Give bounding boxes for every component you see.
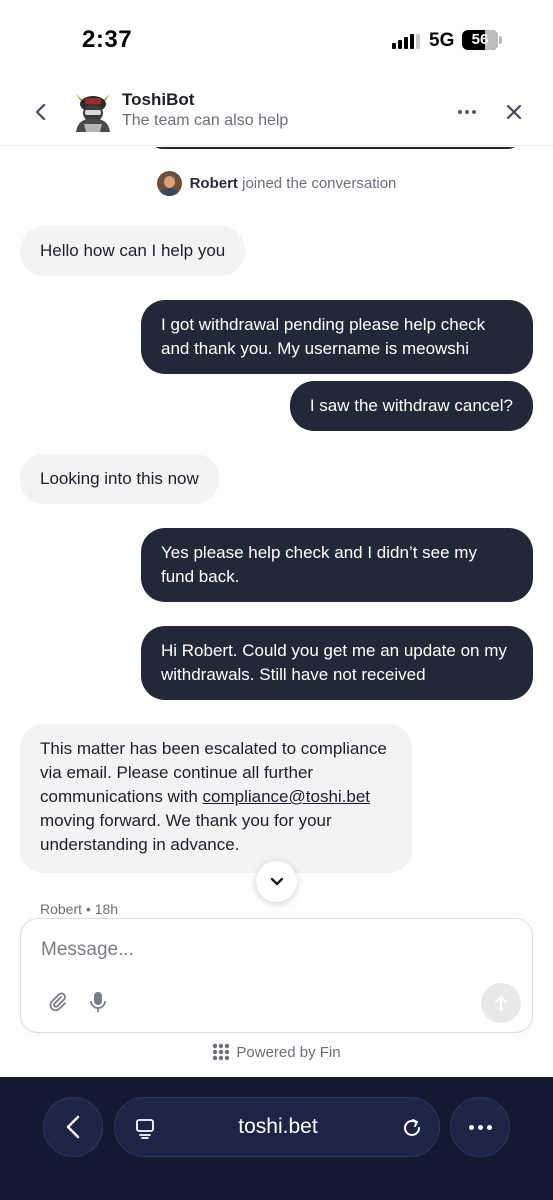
powered-by-text: Powered by Fin — [236, 1043, 341, 1061]
battery-level: 56 — [471, 31, 489, 48]
paperclip-icon — [49, 992, 66, 1012]
powered-by: Powered by Fin — [0, 1043, 553, 1061]
close-icon — [506, 104, 522, 120]
user-message: I saw the withdraw cancel? — [289, 381, 533, 431]
voice-input-button[interactable] — [85, 989, 111, 1015]
scroll-to-bottom-button[interactable] — [256, 861, 297, 902]
fin-logo-icon — [213, 1043, 230, 1061]
address-bar[interactable]: toshi.bet — [114, 1097, 440, 1157]
browser-back-button[interactable] — [43, 1097, 103, 1157]
join-name: Robert — [189, 175, 238, 192]
message-meta: Robert • 18h — [40, 901, 119, 917]
microphone-icon — [90, 992, 106, 1012]
status-time: 2:37 — [82, 26, 133, 53]
message-input[interactable] — [41, 935, 461, 965]
send-arrow-icon — [494, 995, 508, 1012]
join-text: joined the conversation — [242, 175, 397, 192]
bot-avatar — [70, 88, 116, 134]
user-message: Hi Robert. Could you get me an update on… — [141, 626, 533, 700]
url-text: toshi.bet — [238, 1115, 318, 1138]
bot-subtitle: The team can also help — [122, 112, 289, 129]
message-text: moving forward. We thank you for your un… — [40, 811, 332, 854]
battery-cap — [499, 36, 502, 44]
user-message: I got withdrawal pending please help che… — [141, 300, 533, 374]
status-bar: 2:37 5G 56 — [0, 0, 553, 80]
agent-message: Looking into this now — [20, 454, 219, 504]
avatar — [156, 171, 182, 196]
reload-button[interactable] — [399, 1115, 425, 1141]
back-chevron-icon — [35, 103, 46, 121]
agent-message: Hello how can I help you — [20, 226, 246, 276]
chat-header: ToshiBot The team can also help — [0, 80, 553, 146]
back-button[interactable] — [28, 98, 52, 126]
attach-button[interactable] — [45, 989, 71, 1015]
previous-message-edge — [150, 147, 520, 149]
close-button[interactable] — [500, 98, 528, 126]
send-button[interactable] — [481, 983, 521, 1023]
signal-icon — [392, 33, 422, 49]
more-dots-icon — [458, 110, 476, 114]
network-type: 5G — [429, 30, 455, 51]
browser-more-button[interactable] — [450, 1097, 510, 1157]
agent-message: This matter has been escalated to compli… — [20, 724, 412, 873]
bot-name: ToshiBot — [122, 90, 195, 109]
chevron-down-icon — [270, 877, 283, 885]
reload-icon — [404, 1119, 420, 1136]
email-link[interactable]: compliance@toshi.bet — [203, 787, 371, 806]
battery-icon: 56 — [462, 30, 498, 50]
conversation[interactable]: Robert joined the conversation Hello how… — [0, 147, 553, 917]
more-options-button[interactable] — [452, 100, 482, 124]
browser-back-icon — [66, 1115, 80, 1139]
browser-toolbar: toshi.bet — [0, 1077, 553, 1200]
user-message: Yes please help check and I didn’t see m… — [141, 528, 533, 602]
message-composer — [20, 918, 533, 1033]
join-notice: Robert joined the conversation — [0, 171, 553, 196]
browser-more-icon — [468, 1124, 492, 1130]
